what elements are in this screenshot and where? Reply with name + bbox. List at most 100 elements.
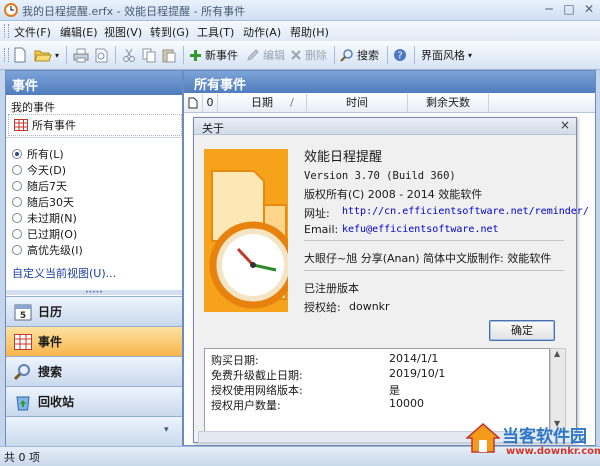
info-value: 2014/1/1 — [389, 352, 439, 365]
search-button[interactable]: 搜索 — [340, 46, 379, 64]
nav-calendar[interactable]: 5 日历 — [6, 296, 182, 326]
magnifier-icon — [14, 363, 30, 380]
folder-all-events[interactable]: 所有事件 — [8, 114, 182, 136]
email-link[interactable]: kefu@efficientsoftware.net — [342, 224, 499, 235]
column-remaining-days[interactable]: 剩余天数 — [408, 94, 489, 112]
ok-button[interactable]: 确定 — [489, 320, 555, 341]
nav-recycle-bin[interactable]: 回收站 — [6, 386, 182, 416]
printer-icon — [73, 48, 89, 62]
menu-grip — [4, 24, 9, 38]
email-label: Email: — [304, 223, 339, 236]
help-button[interactable]: ? — [393, 46, 407, 64]
scroll-up-arrow-icon: ▲ — [554, 349, 561, 358]
product-logo — [204, 149, 288, 312]
filter-expired[interactable]: 已过期(O) — [12, 226, 77, 242]
copy-icon — [142, 48, 156, 62]
watermark-brand: 当客软件园 — [502, 427, 587, 447]
dialog-close-button[interactable]: × — [560, 118, 570, 132]
table-icon — [14, 119, 28, 131]
title-bar: 我的日程提醒.erfx - 效能日程提醒 - 所有事件 ─ □ ✕ — [0, 0, 600, 21]
filter-high-priority[interactable]: 高优先级(I) — [12, 242, 83, 258]
filter-today[interactable]: 今天(D) — [12, 162, 66, 178]
copy-button[interactable] — [142, 46, 156, 64]
help-icon: ? — [394, 49, 406, 62]
app-clock-icon — [4, 3, 18, 17]
translator-credit: 大眼仔~旭 分享(Anan) 简体中文版制作: 效能软件 — [304, 252, 552, 265]
menu-bar: 文件(F) 编辑(E) 视图(V) 转到(G) 工具(T) 动作(A) 帮助(H… — [0, 21, 600, 41]
info-key: 授权使用网络版本: — [211, 384, 303, 397]
menu-edit[interactable]: 编辑(E) — [60, 24, 98, 40]
column-time[interactable]: 时间 — [307, 94, 408, 112]
menu-tools[interactable]: 工具(T) — [197, 24, 234, 40]
toolbar-grip — [4, 48, 9, 62]
nav-events[interactable]: 事件 — [6, 326, 182, 356]
splitter-handle[interactable]: ••••• — [6, 290, 182, 296]
info-key: 购买日期: — [211, 354, 259, 367]
pencil-icon — [247, 49, 259, 61]
new-event-button[interactable]: 新事件 — [189, 46, 238, 64]
menu-goto[interactable]: 转到(G) — [150, 24, 189, 40]
minimize-button[interactable]: ─ — [540, 1, 558, 18]
about-dialog: 关于 × 效能日程提醒 Version 3.70 (Build 360) 版权所… — [193, 117, 589, 443]
menu-view[interactable]: 视图(V) — [104, 24, 142, 40]
my-events-heading: 我的事件 — [11, 101, 55, 114]
info-key: 免费升级截止日期: — [211, 369, 303, 382]
licensed-to-label: 授权给: — [304, 301, 341, 314]
customize-view-link[interactable]: 自定义当前视图(U)... — [12, 265, 116, 281]
theme-dropdown-button[interactable]: 界面风格 ▾ — [421, 46, 472, 64]
version-text: Version 3.70 (Build 360) — [304, 170, 456, 182]
list-header: 所有事件 — [184, 71, 595, 93]
document-icon — [188, 97, 198, 109]
search-icon — [340, 49, 353, 62]
window-title: 我的日程提醒.erfx - 效能日程提醒 - 所有事件 — [22, 5, 246, 18]
pane-header: 事件 — [6, 71, 182, 95]
nav-search[interactable]: 搜索 — [6, 356, 182, 386]
menu-action[interactable]: 动作(A) — [243, 24, 281, 40]
filter-not-expired[interactable]: 未过期(N) — [12, 210, 77, 226]
cut-button[interactable] — [122, 46, 136, 64]
close-window-button[interactable]: ✕ — [580, 1, 598, 18]
menu-file[interactable]: 文件(F) — [14, 24, 51, 40]
new-file-button[interactable] — [13, 46, 27, 64]
print-button[interactable] — [73, 46, 89, 64]
paste-button[interactable] — [162, 46, 176, 64]
print-preview-icon — [95, 48, 108, 62]
registered-label: 已注册版本 — [304, 282, 359, 295]
watermark-url: www.downkr.com — [506, 446, 600, 457]
website-label: 网址: — [304, 207, 330, 220]
column-date[interactable]: 日期 / — [218, 94, 307, 112]
svg-text:5: 5 — [20, 311, 26, 321]
licensed-to-value: downkr — [349, 300, 390, 313]
delete-button[interactable]: 删除 — [290, 46, 327, 64]
column-attachment[interactable]: 0 — [203, 94, 218, 112]
edit-button[interactable]: 编辑 — [246, 46, 285, 64]
menu-help[interactable]: 帮助(H) — [290, 24, 329, 40]
watermark: 当客软件园 www.downkr.com — [466, 420, 600, 464]
filter-all[interactable]: 所有(L) — [12, 146, 64, 162]
column-doc[interactable] — [184, 94, 203, 112]
house-logo-icon — [466, 423, 500, 453]
filter-next-7-days[interactable]: 随后7天 — [12, 178, 67, 194]
info-value: 是 — [389, 384, 400, 397]
radio-all[interactable] — [12, 149, 22, 159]
column-headers: 0 日期 / 时间 剩余天数 — [184, 94, 595, 113]
calendar-icon: 5 — [14, 304, 32, 321]
product-name: 效能日程提醒 — [304, 150, 383, 165]
chevron-down-icon: ▾ — [164, 425, 169, 435]
scissors-icon — [123, 48, 135, 62]
plus-icon — [190, 49, 201, 61]
filter-next-30-days[interactable]: 随后30天 — [12, 194, 74, 210]
open-file-button[interactable]: ▾ — [34, 46, 59, 64]
info-value: 10000 — [389, 397, 424, 410]
sort-indicator: / — [290, 96, 294, 109]
maximize-button[interactable]: □ — [560, 1, 578, 18]
print-preview-button[interactable] — [94, 46, 109, 64]
status-count: 共 0 项 — [4, 451, 40, 464]
chevron-down-icon: ▾ — [468, 50, 473, 60]
delete-x-icon — [291, 50, 301, 60]
toolbar: ▾ 新事件 编辑 删除 搜索 ? 界面风格 ▾ — [0, 41, 600, 70]
website-link[interactable]: http://cn.efficientsoftware.net/reminder… — [342, 206, 589, 217]
nav-configure-bar[interactable]: ▾ — [6, 416, 182, 446]
open-folder-icon — [34, 50, 52, 61]
info-value: 2019/10/1 — [389, 367, 446, 380]
